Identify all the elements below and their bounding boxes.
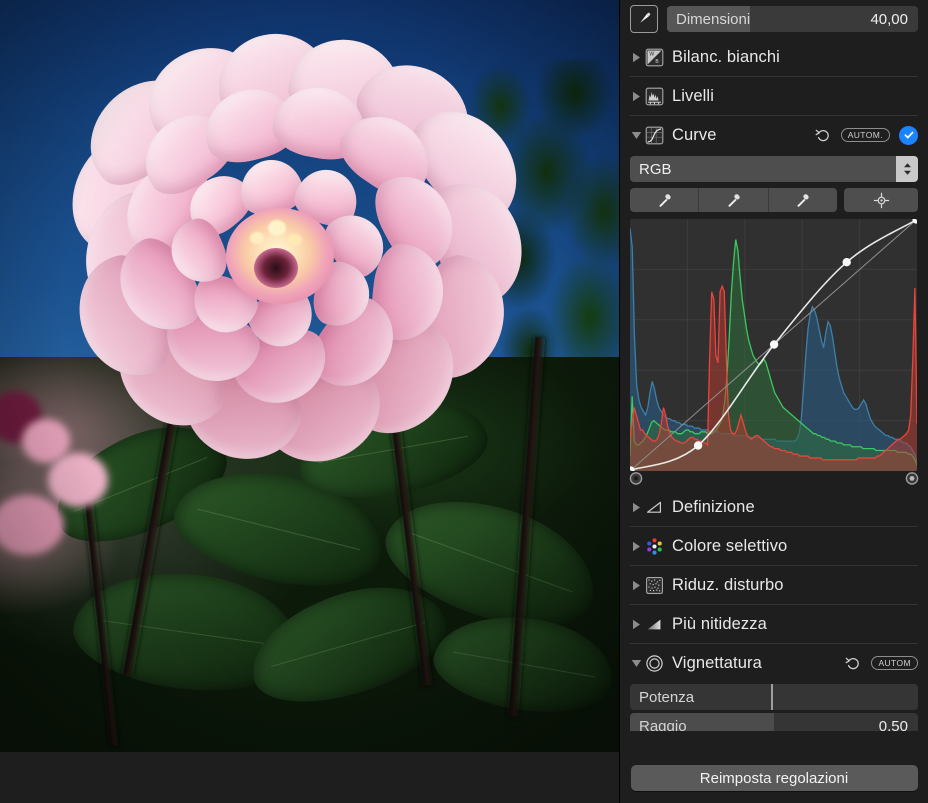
stamen [268,220,286,236]
sharpen-icon [644,614,664,634]
brush-size-slider[interactable]: Dimensioni 40,00 [667,6,918,32]
adjustment-row-colore-selettivo[interactable]: Colore selettivo [620,527,928,565]
adjustment-row-piu-nitidezza[interactable]: Più nitidezza [620,605,928,643]
disclosure-triangle-collapsed-icon[interactable] [628,541,644,552]
brush-size-label: Dimensioni [676,6,750,32]
adjustment-label: Più nitidezza [672,615,767,634]
stamen [250,232,264,244]
revert-icon[interactable] [843,653,863,673]
adjustment-label: Riduz. disturbo [672,576,784,595]
adjustment-row-definizione[interactable]: Definizione [620,488,928,526]
raggio-value: 0,50 [879,713,908,731]
potenza-label: Potenza [639,684,694,710]
curve-control-point[interactable] [694,441,702,449]
curves-tools-row [620,182,928,212]
revert-icon[interactable] [813,125,833,145]
vignette-icon [644,653,664,673]
reset-adjustments-button[interactable]: Reimposta regolazioni [631,765,918,791]
curves-channel-select[interactable]: RGB [630,156,918,182]
auto-button[interactable]: AUTOM. [841,128,890,142]
black-point-eyedropper-button[interactable] [630,188,698,212]
dahlia-flower [58,52,526,472]
curve-control-point[interactable] [843,258,851,266]
adjustment-label: Definizione [672,498,755,517]
disclosure-triangle-collapsed-icon[interactable] [628,580,644,591]
photo-canvas[interactable] [0,0,620,752]
curves-endpoint-handles [630,471,918,488]
gray-point-eyedropper-button[interactable] [699,188,767,212]
curves-icon [644,125,664,145]
stamen [288,234,302,246]
vignette-raggio-row: Raggio 0,50 [620,713,928,731]
adjustment-row-livelli[interactable]: Livelli [620,77,928,115]
disclosure-triangle-collapsed-icon[interactable] [628,502,644,513]
white-point-eyedropper-button[interactable] [769,188,837,212]
background-blossom [0,495,64,555]
disclosure-triangle-expanded-icon[interactable] [628,131,644,140]
raggio-label: Raggio [639,713,687,731]
flower-center [254,248,298,288]
adjustment-label: Vignettatura [672,654,762,673]
adjustment-row-vignettatura[interactable]: Vignettatura AUTOM [620,644,928,682]
levels-icon [644,86,664,106]
enabled-checkbox[interactable] [899,126,918,145]
potenza-slider[interactable]: Potenza [630,684,918,710]
adjustment-label: Bilanc. bianchi [672,48,780,67]
adjustment-label: Curve [672,126,717,145]
white-balance-icon: W B [644,47,664,67]
curves-histogram-plot[interactable] [630,219,917,471]
disclosure-triangle-collapsed-icon[interactable] [628,619,644,630]
raggio-slider[interactable]: Raggio 0,50 [630,713,918,731]
curves-channel-value: RGB [630,161,672,178]
adjustment-label: Colore selettivo [672,537,787,556]
definition-icon [644,497,664,517]
adjustment-row-curve[interactable]: Curve AUTOM. [620,116,928,154]
white-point-handle[interactable] [905,471,919,485]
noise-reduction-icon [644,575,664,595]
selective-color-icon [644,536,664,556]
curves-channel-row: RGB [620,154,928,182]
disclosure-triangle-collapsed-icon[interactable] [628,52,644,63]
adjustment-row-bilanc-bianchi[interactable]: W B Bilanc. bianchi [620,38,928,76]
curve-control-point[interactable] [770,340,778,348]
target-point-button[interactable] [844,188,918,212]
brush-icon[interactable] [630,5,658,33]
brush-size-row[interactable]: Dimensioni 40,00 [620,0,928,38]
eyedropper-button-group [630,188,837,212]
auto-button[interactable]: AUTOM [871,656,918,670]
image-viewer[interactable] [0,0,620,803]
svg-text:W: W [649,51,654,57]
curves-graph[interactable] [630,219,918,471]
black-point-handle[interactable] [629,471,643,485]
viewer-bottom-bar [0,752,620,803]
vignette-potenza-row: Potenza [620,682,928,710]
adjustment-row-riduz-disturbo[interactable]: Riduz. disturbo [620,566,928,604]
reset-bar: Reimposta regolazioni [620,753,928,803]
chevron-updown-icon[interactable] [896,156,918,182]
adjustment-label: Livelli [672,87,714,106]
disclosure-triangle-expanded-icon[interactable] [628,659,644,668]
brush-size-value: 40,00 [870,6,908,32]
photo-editor-window: Dimensioni 40,00 W B Bilanc. bianchi [0,0,928,803]
adjustments-inspector: Dimensioni 40,00 W B Bilanc. bianchi [620,0,928,803]
potenza-slider-knob[interactable] [771,684,773,710]
disclosure-triangle-collapsed-icon[interactable] [628,91,644,102]
